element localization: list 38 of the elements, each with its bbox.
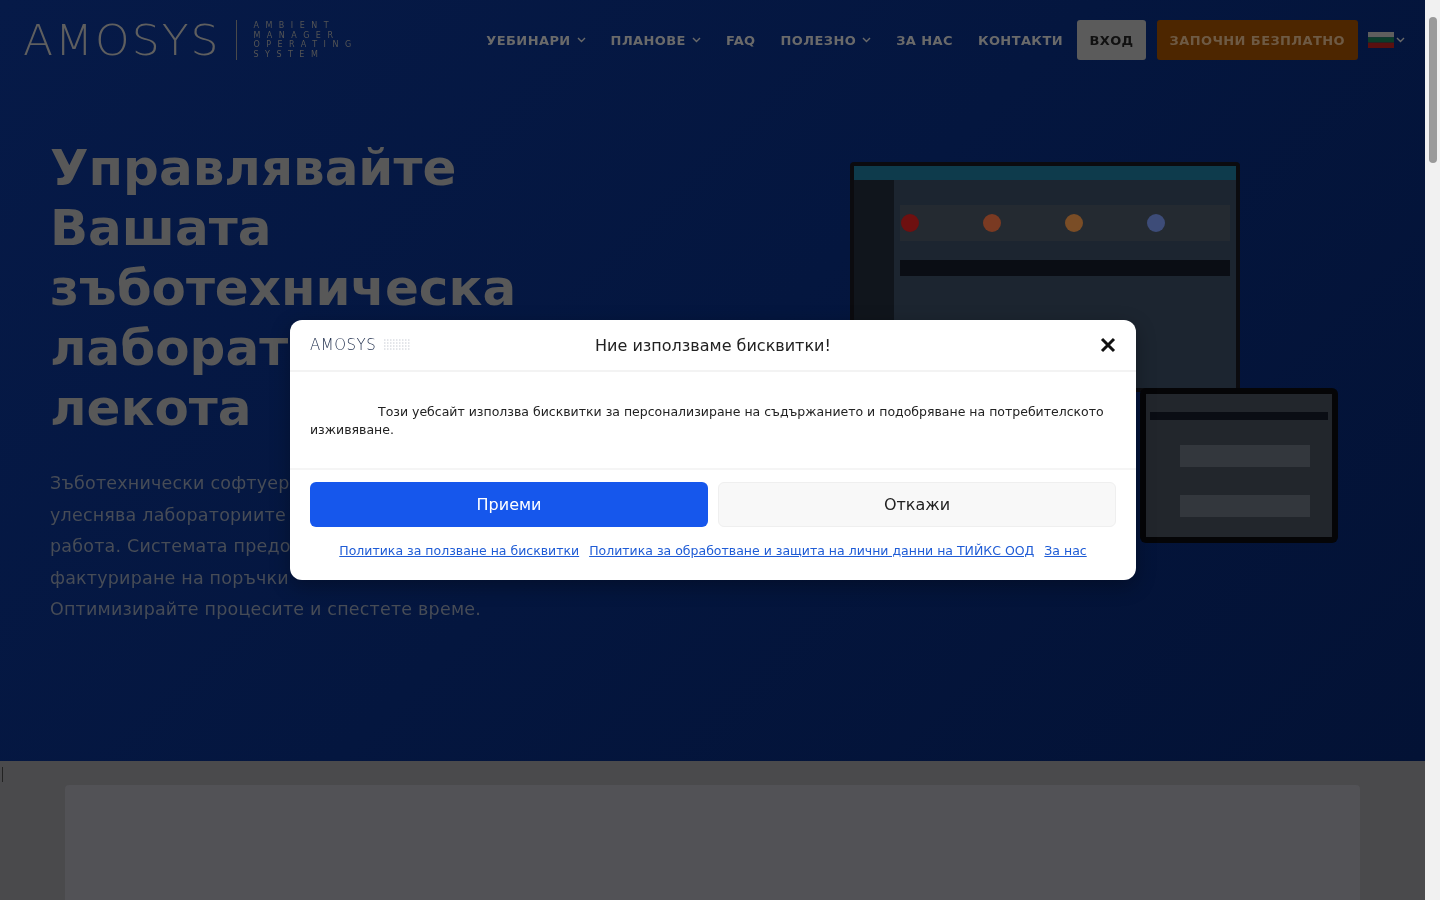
logo-tagline: SYSTEM	[253, 49, 326, 59]
start-free-button[interactable]: ЗАПОЧНИ БЕЗПЛАТНО	[1156, 20, 1358, 60]
hero-heading: Вашата	[50, 198, 272, 258]
logo[interactable]: AMOSYS	[23, 15, 221, 65]
close-icon	[1100, 337, 1116, 353]
flag-icon[interactable]	[1368, 32, 1394, 48]
reject-button[interactable]: Откажи	[718, 482, 1116, 527]
dialog-title: Ние използваме бисквитки!	[595, 335, 831, 355]
nav-link[interactable]: ПЛАНОВЕ	[598, 32, 714, 48]
hero-description: Оптимизирайте процесите и спестете време.	[50, 598, 481, 621]
hero-heading: Управлявайте	[50, 138, 457, 198]
policy-link[interactable]: Политика за обработване и защита на лични данни на ТИЙКС ООД	[589, 543, 1035, 558]
nav-link[interactable]: КОНТАКТИ	[965, 32, 1076, 48]
logo-tagline: OPERATING	[253, 40, 358, 50]
dialog-message: Този уебсайт използва бисквитки за персонализиране на съдържанието и подобряване на потребителското изживяване.	[290, 372, 1136, 470]
hero-heading: лаборат	[50, 318, 289, 378]
nav-link[interactable]: УЕБИНАРИ	[473, 32, 599, 48]
chevron-down-icon	[1396, 37, 1405, 43]
accept-button[interactable]: Приеми	[310, 482, 708, 527]
scrollbar[interactable]	[1425, 0, 1440, 900]
hero-description: фактуриране на поръчки	[50, 566, 289, 590]
policy-link[interactable]: За нас	[1044, 543, 1087, 558]
nav-link[interactable]: FAQ	[713, 32, 769, 48]
hero-heading: зъботехническа	[50, 258, 517, 318]
login-button[interactable]: ВХОД	[1077, 20, 1146, 60]
nav-link[interactable]: ПОЛЕЗНО	[768, 32, 884, 48]
policy-link[interactable]: Политика за ползване на бисквитки	[339, 543, 580, 558]
dialog-logo: AMOSYS	[310, 336, 377, 354]
scrollbar-thumb[interactable]	[1428, 17, 1437, 163]
logo-tagline: AMBIENT	[253, 21, 337, 31]
logo-tagline: MANAGER	[253, 30, 341, 40]
hero-description: работа. Системата предо	[50, 535, 291, 558]
text-cursor-icon	[2, 767, 3, 782]
hero-heading: лекота	[50, 378, 252, 438]
close-button[interactable]	[1100, 337, 1116, 353]
hero-description: Зъботехнически софтуер	[50, 472, 290, 495]
nav-link[interactable]: ЗА НАС	[883, 32, 966, 48]
hero-description: улеснява лабораториите	[50, 503, 286, 527]
